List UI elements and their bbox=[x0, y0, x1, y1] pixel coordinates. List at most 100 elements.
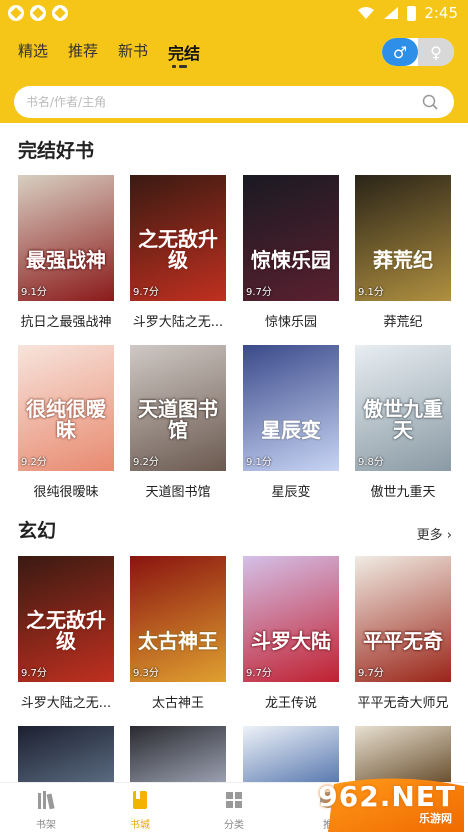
wifi-icon bbox=[358, 7, 375, 19]
nav-bookstore-label: 书城 bbox=[130, 820, 150, 831]
book-item[interactable]: 莽荒纪 9.1分 莽荒纪 bbox=[355, 175, 451, 330]
cover-title-art: 很纯很暧昧 bbox=[26, 397, 106, 442]
notification-icon bbox=[8, 5, 24, 21]
book-title[interactable]: 莽荒纪 bbox=[355, 311, 451, 330]
status-right: 2:45 bbox=[357, 4, 458, 22]
section-title-fantasy: 玄幻 bbox=[18, 520, 57, 542]
book-cover[interactable]: 平平无奇 9.7分 bbox=[355, 556, 451, 682]
book-item[interactable]: 之无敌升级 9.7分斗罗大陆之无... bbox=[130, 175, 226, 330]
book-score: 9.3分 bbox=[133, 668, 159, 679]
book-cover[interactable]: 星辰变 9.1分 bbox=[243, 345, 339, 471]
book-cover-partial[interactable] bbox=[18, 726, 114, 782]
book-cover[interactable]: 很纯很暧昧 9.2分 bbox=[18, 345, 114, 471]
book-cover[interactable]: 最强战神 9.1分 bbox=[18, 175, 114, 301]
book-title[interactable]: 惊悚乐园 bbox=[243, 311, 339, 330]
nav-bookshelf-label: 书架 bbox=[36, 820, 56, 831]
book-cover-partial[interactable] bbox=[243, 726, 339, 782]
book-cover[interactable]: 傲世九重天 9.8分 bbox=[355, 345, 451, 471]
search-bar[interactable] bbox=[14, 86, 454, 118]
book-cover[interactable]: 天道图书馆 9.2分 bbox=[130, 345, 226, 471]
book-item[interactable]: 很纯很暧昧 9.2分 很纯很暧昧 bbox=[18, 345, 114, 500]
book-score: 9.7分 bbox=[246, 287, 272, 298]
book-title[interactable]: 星辰变 bbox=[243, 481, 339, 500]
book-cover[interactable]: 惊悚乐园 9.7分 bbox=[243, 175, 339, 301]
cover-title-art: 之无敌升级 bbox=[138, 227, 218, 272]
book-score: 9.1分 bbox=[246, 457, 272, 468]
cover-title-art: 星辰变 bbox=[261, 418, 321, 442]
book-score: 9.1分 bbox=[358, 287, 384, 298]
male-button[interactable]: ♂ bbox=[382, 38, 418, 66]
book-title[interactable]: 斗罗大陆之无... bbox=[130, 311, 226, 330]
female-button[interactable]: ♀ bbox=[418, 38, 454, 66]
book-title[interactable]: 天道图书馆 bbox=[130, 481, 226, 500]
book-cover[interactable]: 之无敌升级 9.7分 bbox=[18, 556, 114, 682]
cover-title-art: 最强战神 bbox=[26, 248, 106, 272]
book-item[interactable]: 惊悚乐园 9.7分 惊悚乐园 bbox=[243, 175, 339, 330]
nav-category[interactable]: 分类 bbox=[204, 789, 264, 831]
status-time: 2:45 bbox=[424, 4, 458, 22]
book-item[interactable]: 傲世九重天 9.8分 傲世九重天 bbox=[355, 345, 451, 500]
book-score: 9.7分 bbox=[133, 287, 159, 298]
notification-icons bbox=[8, 5, 68, 21]
book-item[interactable]: 最强战神 9.1分抗日之最强战神 bbox=[18, 175, 114, 330]
bookstore-icon bbox=[133, 791, 147, 809]
search-input[interactable] bbox=[26, 86, 406, 118]
tab-completed[interactable]: 完结 bbox=[168, 40, 200, 64]
cover-title-art: 莽荒纪 bbox=[373, 248, 433, 272]
book-title[interactable]: 抗日之最强战神 bbox=[18, 311, 114, 330]
cover-title-art: 惊悚乐园 bbox=[251, 248, 331, 272]
section-title-completed: 完结好书 bbox=[18, 140, 95, 162]
book-cover[interactable]: 莽荒纪 9.1分 bbox=[355, 175, 451, 301]
book-title[interactable]: 龙王传说 bbox=[243, 692, 339, 711]
book-item[interactable]: 斗罗大陆 9.7分龙王传说 bbox=[243, 556, 339, 711]
book-item[interactable]: 平平无奇 9.7分平平无奇大师兄 bbox=[355, 556, 451, 711]
book-item[interactable]: 之无敌升级 9.7分斗罗大陆之无... bbox=[18, 556, 114, 711]
cover-title-art: 之无敌升级 bbox=[26, 608, 106, 653]
book-score: 9.7分 bbox=[246, 668, 272, 679]
search-icon[interactable] bbox=[422, 94, 438, 110]
header: 精选 推荐 新书 完结 ♂ ♀ bbox=[0, 28, 468, 123]
cover-title-art: 斗罗大陆 bbox=[251, 629, 331, 653]
watermark-subtext: 乐游网 bbox=[419, 812, 452, 825]
top-tabs: 精选 推荐 新书 完结 bbox=[18, 40, 200, 64]
tab-recommended[interactable]: 推荐 bbox=[68, 40, 98, 64]
nav-bookshelf[interactable]: 书架 bbox=[16, 789, 76, 831]
tab-featured[interactable]: 精选 bbox=[18, 40, 48, 64]
battery-icon bbox=[407, 5, 417, 21]
book-title[interactable]: 斗罗大陆之无... bbox=[18, 692, 114, 711]
notification-icon bbox=[30, 5, 46, 21]
book-cover[interactable]: 斗罗大陆 9.7分 bbox=[243, 556, 339, 682]
book-cover-partial[interactable] bbox=[130, 726, 226, 782]
bookshelf-icon bbox=[38, 791, 55, 810]
book-score: 9.1分 bbox=[21, 287, 47, 298]
cover-title-art: 平平无奇 bbox=[363, 629, 443, 653]
book-title[interactable]: 很纯很暧昧 bbox=[18, 481, 114, 500]
watermark-text: 962.NET bbox=[318, 780, 456, 813]
book-cover-partial[interactable] bbox=[355, 726, 451, 782]
category-icon bbox=[226, 792, 242, 808]
book-cover[interactable]: 太古神王 9.3分 bbox=[130, 556, 226, 682]
cover-title-art: 天道图书馆 bbox=[138, 397, 218, 442]
nav-bookstore[interactable]: 书城 bbox=[110, 789, 170, 831]
tab-indicator bbox=[172, 65, 187, 68]
cover-title-art: 傲世九重天 bbox=[363, 397, 443, 442]
book-score: 9.7分 bbox=[358, 668, 384, 679]
status-bar: 2:45 bbox=[0, 0, 468, 28]
more-link[interactable]: 更多 › bbox=[417, 524, 452, 543]
book-score: 9.2分 bbox=[21, 457, 47, 468]
cover-title-art: 太古神王 bbox=[138, 629, 218, 653]
book-score: 9.7分 bbox=[21, 668, 47, 679]
book-item[interactable]: 太古神王 9.3分 太古神王 bbox=[130, 556, 226, 711]
book-title[interactable]: 平平无奇大师兄 bbox=[355, 692, 451, 711]
book-item[interactable]: 天道图书馆 9.2分 天道图书馆 bbox=[130, 345, 226, 500]
gender-toggle[interactable]: ♂ ♀ bbox=[382, 38, 454, 66]
tab-new-books[interactable]: 新书 bbox=[118, 40, 148, 64]
book-score: 9.8分 bbox=[358, 457, 384, 468]
notification-icon bbox=[52, 5, 68, 21]
book-cover[interactable]: 之无敌升级 9.7分 bbox=[130, 175, 226, 301]
signal-icon bbox=[384, 7, 399, 19]
book-title[interactable]: 太古神王 bbox=[130, 692, 226, 711]
book-item[interactable]: 星辰变 9.1分 星辰变 bbox=[243, 345, 339, 500]
book-title[interactable]: 傲世九重天 bbox=[355, 481, 451, 500]
nav-category-label: 分类 bbox=[224, 820, 244, 831]
